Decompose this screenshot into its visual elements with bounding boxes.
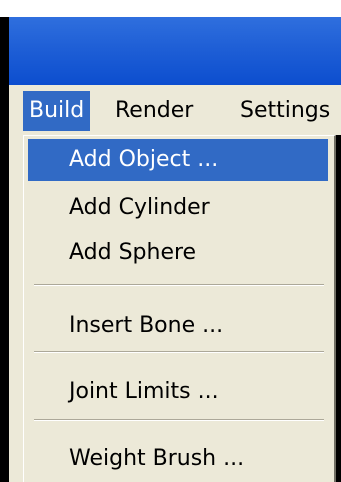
window-title-bar[interactable] — [9, 17, 341, 85]
menu-item-add-sphere[interactable]: Add Sphere — [28, 232, 328, 274]
menu-separator — [34, 419, 324, 421]
window-left-edge — [9, 135, 23, 482]
top-margin — [0, 0, 341, 17]
menu-item-joint-limits[interactable]: Joint Limits ... — [28, 371, 328, 413]
screenshot-frame: Build Render Settings Add Object ... Add… — [0, 0, 341, 482]
menu-render[interactable]: Render — [109, 91, 199, 131]
menu-separator — [34, 351, 324, 353]
menu-item-insert-bone[interactable]: Insert Bone ... — [28, 305, 328, 347]
menu-item-add-cylinder[interactable]: Add Cylinder — [28, 187, 328, 229]
build-dropdown-menu: Add Object ... Add Cylinder Add Sphere I… — [23, 135, 336, 482]
menu-bar: Build Render Settings — [9, 85, 341, 135]
menu-build[interactable]: Build — [23, 91, 91, 131]
menu-item-weight-brush[interactable]: Weight Brush ... — [28, 438, 328, 480]
menu-item-add-object[interactable]: Add Object ... — [28, 139, 328, 181]
menu-separator — [34, 284, 324, 286]
menu-settings[interactable]: Settings — [234, 91, 336, 131]
